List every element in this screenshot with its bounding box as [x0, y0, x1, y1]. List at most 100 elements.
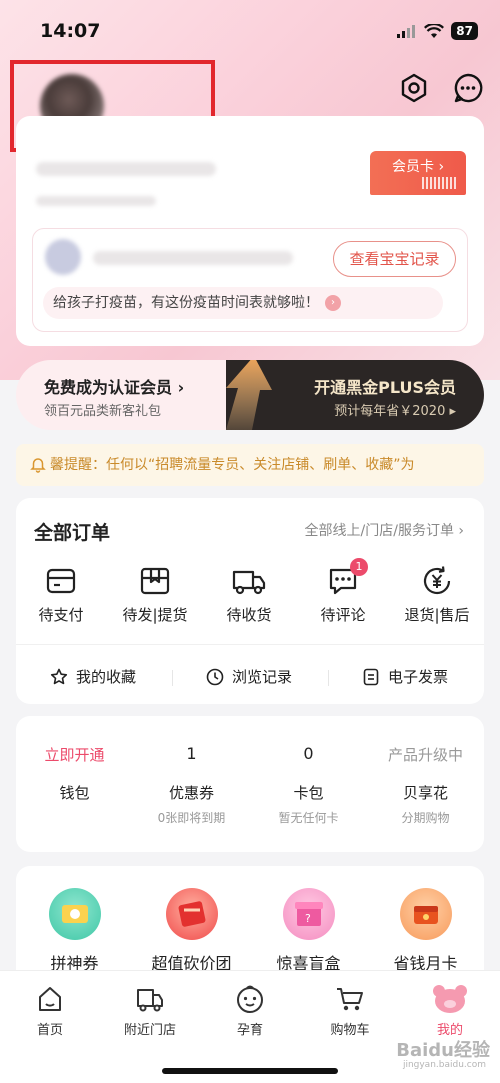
bargain-icon [165, 888, 218, 940]
installment-label: 贝享花 [402, 784, 448, 802]
card-count: 0 [303, 744, 314, 763]
service-pin-coupon[interactable]: 拼神券 [16, 888, 133, 974]
vip-card-label: 会员卡 › [392, 159, 445, 175]
tab-home[interactable]: 首页 [0, 983, 100, 1038]
coupon-label: 优惠券 [168, 784, 214, 802]
vip-card-button[interactable]: 会员卡 › [370, 151, 466, 195]
blind-box-icon: ? [282, 888, 335, 940]
plus-member-subtitle: 预计每年省￥2020 ▸ [334, 404, 456, 419]
divider [328, 670, 329, 686]
invoice-icon [363, 668, 379, 685]
watermark-logo: Baidu经验 [396, 1040, 490, 1061]
tab-cart[interactable]: 购物车 [300, 983, 400, 1038]
settings-hexagon-icon[interactable] [398, 72, 430, 104]
card-pack-entry[interactable]: 0 卡包 暂无任何卡 [250, 744, 367, 825]
order-label: 待评论 [320, 606, 366, 624]
tab-label: 购物车 [330, 1023, 370, 1038]
service-bargain[interactable]: 超值砍价团 [133, 888, 250, 974]
member-banner: 免费成为认证会员 › 领百元品类新客礼包 开通黑金PLUS会员 预计每年省￥20… [16, 360, 484, 430]
tab-nearby-stores[interactable]: 附近门店 [100, 983, 200, 1038]
baby-face-icon [237, 985, 263, 1013]
wallet-sub [16, 809, 133, 825]
home-icon [39, 987, 61, 1011]
installment-entry[interactable]: 产品升级中 贝享花 分期购物 [367, 744, 484, 825]
divider [16, 644, 484, 645]
order-label: 待收货 [226, 606, 272, 624]
tab-label: 附近门店 [123, 1023, 176, 1038]
watermark-url: jingyan.baidu.com [402, 1060, 486, 1070]
coupon-icon [48, 888, 101, 940]
card-pack-label: 卡包 [293, 784, 324, 802]
certified-member-subtitle: 领百元品类新客礼包 [44, 404, 162, 419]
warm-reminder-notice[interactable]: 馨提醒：任何以“招聘流量专员、关注店铺、刷单、收藏”为 [16, 444, 484, 486]
e-invoice-link[interactable]: 电子发票 [362, 666, 448, 687]
tab-label: 孕育 [236, 1023, 263, 1038]
quick-label: 浏览记录 [232, 668, 293, 686]
signal-icon [397, 25, 416, 38]
quick-label: 电子发票 [388, 668, 449, 686]
coupons-entry[interactable]: 1 优惠券 0张即将到期 [133, 744, 250, 825]
coupon-count: 1 [186, 744, 197, 763]
baby-panel: 查看宝宝记录 给孩子打疫苗，有这份疫苗时间表就够啦！ › [32, 228, 468, 332]
tab-label: 首页 [36, 1023, 63, 1038]
installment-status: 产品升级中 [387, 746, 463, 764]
baby-avatar [45, 239, 81, 275]
installment-sub: 分期购物 [401, 811, 450, 825]
chevron-right-icon: › [325, 295, 341, 311]
orders-title: 全部订单 [34, 522, 111, 544]
blurred-info [36, 196, 156, 206]
divider [172, 670, 173, 686]
vaccine-tip-link[interactable]: 给孩子打疫苗，有这份疫苗时间表就够啦！ › [43, 287, 443, 319]
order-label: 待支付 [38, 606, 84, 624]
vaccine-tip-text: 给孩子打疫苗，有这份疫苗时间表就够啦！ [53, 295, 319, 311]
home-indicator [162, 1068, 338, 1074]
blurred-info [36, 162, 216, 176]
status-time: 14:07 [40, 20, 101, 42]
service-blind-box[interactable]: ? 惊喜盲盒 [250, 888, 367, 974]
message-icon[interactable] [452, 72, 484, 104]
order-refund[interactable]: 退货|售后 [392, 564, 482, 625]
plus-member-title: 开通黑金PLUS会员 [314, 378, 456, 397]
battery-indicator: 87 [451, 22, 478, 40]
certified-member-title: 免费成为认证会员 › [44, 378, 185, 397]
order-pending-review[interactable]: 1 待评论 [298, 558, 388, 625]
notice-text: 馨提醒：任何以“招聘流量专员、关注店铺、刷单、收藏”为 [50, 457, 415, 473]
orders-card: 全部订单 全部线上/门店/服务订单 › 待支付 待发|提货 待收货 1 待评论 [16, 498, 484, 704]
coupon-sub: 0张即将到期 [157, 811, 226, 825]
wifi-icon [424, 23, 445, 38]
clock-icon [206, 668, 224, 685]
bell-icon [30, 458, 46, 473]
my-favorites-link[interactable]: 我的收藏 [50, 666, 136, 687]
me-icon [433, 985, 467, 1013]
card-pack-sub: 暂无任何卡 [278, 811, 339, 825]
package-icon [140, 567, 170, 595]
all-orders-link[interactable]: 全部线上/门店/服务订单 › [305, 520, 464, 540]
order-pending-receive[interactable]: 待收货 [204, 564, 294, 625]
wallet-entry[interactable]: 立即开通 钱包 [16, 744, 133, 825]
wallet-activate-label: 立即开通 [44, 746, 105, 764]
truck-icon [232, 570, 266, 595]
service-monthly-card[interactable]: 省钱月卡 [367, 888, 484, 974]
browse-history-link[interactable]: 浏览记录 [206, 666, 292, 687]
barcode-icon [422, 177, 456, 189]
services-card: 拼神券 超值砍价团 ? 惊喜盲盒 省钱月卡 [16, 866, 484, 986]
status-icons: 87 [397, 22, 478, 40]
order-pending-ship[interactable]: 待发|提货 [110, 564, 200, 625]
blurred-info [93, 251, 293, 265]
order-label: 退货|售后 [404, 606, 470, 624]
wallet-label: 钱包 [59, 784, 90, 802]
order-pending-payment[interactable]: 待支付 [16, 564, 106, 625]
order-label: 待发|提货 [122, 606, 188, 624]
tab-parenting[interactable]: 孕育 [200, 983, 300, 1038]
cart-icon [337, 988, 363, 1011]
refund-icon [423, 566, 451, 595]
tab-me[interactable]: 我的 [400, 983, 500, 1038]
view-baby-record-button[interactable]: 查看宝宝记录 [333, 241, 456, 277]
star-icon [50, 668, 68, 684]
monthly-card-icon [399, 888, 452, 940]
wallet-card-icon [46, 568, 76, 594]
store-icon [137, 989, 163, 1012]
review-count-badge: 1 [350, 558, 368, 576]
quick-label: 我的收藏 [76, 668, 137, 686]
upgrade-arrow-icon [226, 360, 272, 430]
